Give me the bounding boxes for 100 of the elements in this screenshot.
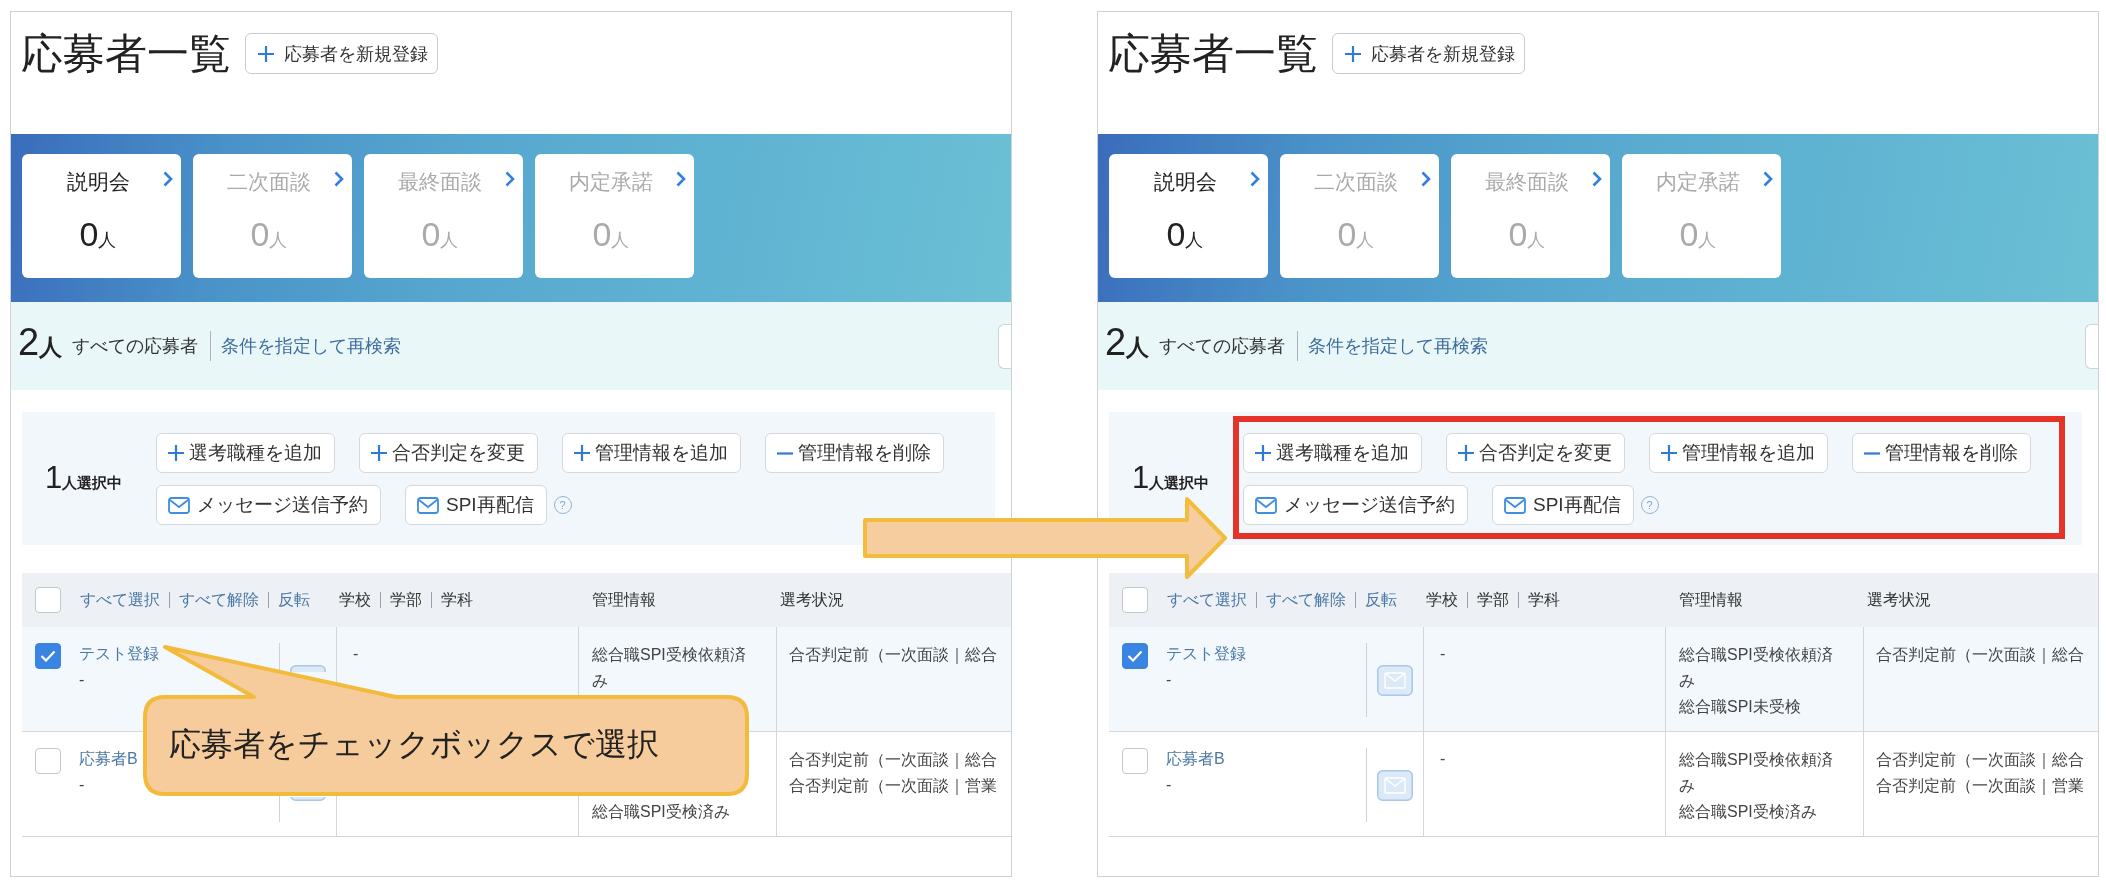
search-link[interactable]: 条件を指定して再検索: [221, 331, 402, 361]
new-applicant-button[interactable]: 応募者を新規登録: [1332, 33, 1525, 74]
select-all-checkbox[interactable]: [1122, 587, 1148, 613]
cell-text: 合否判定前（一次面談｜営業: [789, 776, 998, 797]
column-header: 学校: [1426, 590, 1458, 610]
stage-label: 二次面談: [1314, 169, 1398, 195]
cell-text: -: [1440, 644, 1446, 664]
bulk-select-link[interactable]: すべて選択: [1167, 589, 1247, 611]
stage-label: 内定承諾: [1656, 169, 1740, 195]
column-header: 学科: [441, 590, 473, 610]
action-button[interactable]: 管理情報を削除: [765, 433, 944, 473]
applicant-name-link[interactable]: テスト登録: [79, 643, 159, 665]
action-button[interactable]: 合否判定を変更: [1446, 433, 1625, 473]
stage-card[interactable]: 説明会 0人: [22, 154, 181, 278]
plus-icon: [1345, 45, 1361, 62]
cell-text: -: [1166, 670, 1172, 690]
applicant-name-link[interactable]: テスト登録: [1166, 643, 1246, 665]
action-button[interactable]: SPI再配信: [1492, 485, 1634, 525]
row-checkbox[interactable]: [1122, 748, 1148, 774]
chevron-right-icon: [163, 171, 173, 187]
mail-icon: [1504, 496, 1526, 514]
chevron-right-icon: [1592, 171, 1602, 187]
stage-label: 二次面談: [227, 169, 311, 195]
bulk-select-link[interactable]: すべて解除: [1266, 589, 1346, 611]
column-header: 管理情報: [592, 591, 656, 608]
row-checkbox[interactable]: [35, 643, 61, 669]
mail-icon: [417, 496, 439, 514]
bulk-select-link[interactable]: すべて選択: [80, 589, 160, 611]
bulk-select-link[interactable]: 反転: [278, 589, 310, 611]
summary-label: すべての応募者: [1159, 331, 1299, 361]
stage-card[interactable]: 説明会 0人: [1109, 154, 1268, 278]
minus-icon: [777, 451, 793, 455]
stage-label: 最終面談: [398, 169, 482, 195]
applicant-name-link[interactable]: 応募者B: [1166, 748, 1225, 770]
callout-text: 応募者をチェックボックスで選択: [169, 725, 659, 764]
checkmark-icon: [1127, 650, 1143, 662]
cell-text: 合否判定前（一次面談｜総合: [1876, 750, 2085, 771]
checkmark-icon: [40, 650, 56, 662]
mail-icon: [1255, 496, 1277, 514]
stage-label: 内定承諾: [569, 169, 653, 195]
search-link[interactable]: 条件を指定して再検索: [1308, 331, 1489, 361]
chevron-right-icon: [505, 171, 515, 187]
action-button[interactable]: 管理情報を追加: [1649, 433, 1828, 473]
page-title: 応募者一覧: [1108, 29, 1318, 79]
plus-icon: [1661, 445, 1677, 461]
action-button[interactable]: 合否判定を変更: [359, 433, 538, 473]
stage-count: 0人: [421, 214, 459, 255]
stage-count: 0人: [1679, 214, 1717, 255]
action-button[interactable]: メッセージ送信予約: [1243, 485, 1468, 525]
cell-text: -: [79, 670, 85, 690]
plus-icon: [574, 445, 590, 461]
action-button[interactable]: SPI再配信: [405, 485, 547, 525]
summary-label: すべての応募者: [72, 331, 212, 361]
page-title: 応募者一覧: [21, 29, 231, 79]
row-checkbox[interactable]: [35, 748, 61, 774]
bulk-select-link[interactable]: 反転: [1365, 589, 1397, 611]
cell-text: 合否判定前（一次面談｜総合: [789, 645, 998, 666]
column-header: 学校: [339, 590, 371, 610]
chevron-right-icon: [1421, 171, 1431, 187]
column-header: 管理情報: [1679, 591, 1743, 608]
applicant-count: 2人: [1105, 320, 1150, 365]
applicant-name-link[interactable]: 応募者B: [79, 748, 138, 770]
cell-text: 総合職SPI受検済み: [1679, 802, 1818, 822]
action-button[interactable]: 管理情報を削除: [1852, 433, 2031, 473]
row-checkbox[interactable]: [1122, 643, 1148, 669]
side-button[interactable]: [2085, 323, 2098, 369]
cell-text: 合否判定前（一次面談｜総合: [789, 750, 998, 771]
plus-icon: [168, 445, 184, 461]
stage-label: 説明会: [1153, 169, 1217, 195]
cell-text: 合否判定前（一次面談｜営業: [1876, 776, 2085, 797]
column-header: 学科: [1528, 590, 1560, 610]
cell-text: 総合職SPI受検依頼済み: [592, 645, 747, 691]
action-button[interactable]: 管理情報を追加: [562, 433, 741, 473]
cell-text: -: [1440, 749, 1446, 769]
column-header: 選考状況: [780, 591, 844, 608]
chevron-right-icon: [334, 171, 344, 187]
stage-count: 0人: [250, 214, 288, 255]
cell-text: 総合職SPI受検依頼済み: [1679, 750, 1834, 796]
chevron-right-icon: [1763, 171, 1773, 187]
minus-icon: [1864, 451, 1880, 455]
stage-count: 0人: [592, 214, 630, 255]
selected-count: 1人選択中: [1131, 459, 1211, 497]
plus-icon: [1458, 445, 1474, 461]
bulk-select-link[interactable]: すべて解除: [179, 589, 259, 611]
action-button[interactable]: 選考職種を追加: [1243, 433, 1422, 473]
cell-text: -: [79, 775, 85, 795]
stage-count: 0人: [79, 214, 117, 255]
stage-count: 0人: [1508, 214, 1546, 255]
side-button[interactable]: [998, 323, 1011, 369]
cell-text: 総合職SPI未受検: [1679, 697, 1802, 717]
stage-label: 説明会: [66, 169, 130, 195]
cell-text: 総合職SPI受検済み: [592, 802, 731, 822]
new-applicant-button[interactable]: 応募者を新規登録: [245, 33, 438, 74]
select-all-checkbox[interactable]: [35, 587, 61, 613]
action-button[interactable]: 選考職種を追加: [156, 433, 335, 473]
mail-icon: [168, 496, 190, 514]
chevron-right-icon: [676, 171, 686, 187]
stage-count: 0人: [1337, 214, 1375, 255]
column-header: 選考状況: [1867, 591, 1931, 608]
action-button[interactable]: メッセージ送信予約: [156, 485, 381, 525]
